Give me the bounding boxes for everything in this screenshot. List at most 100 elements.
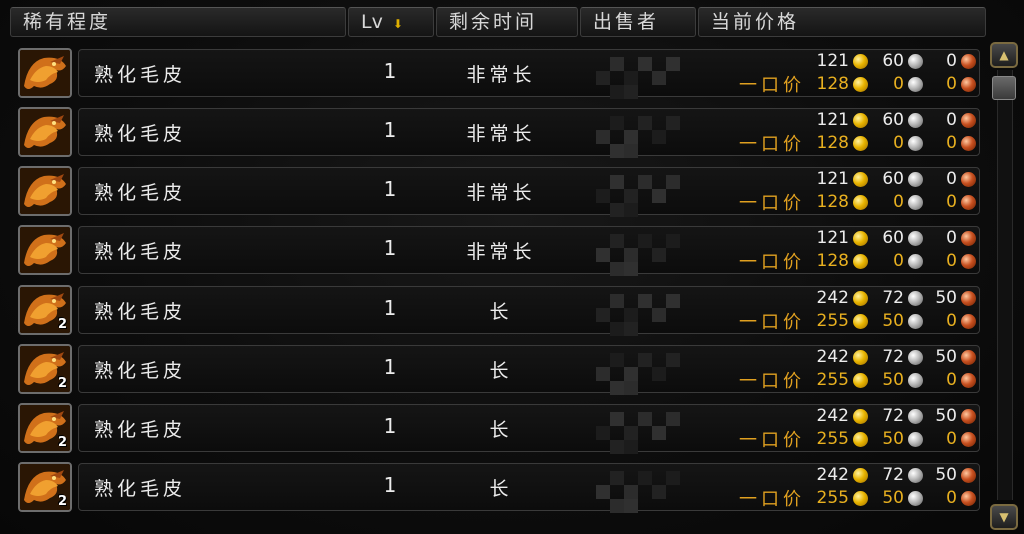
buyout-copper: 0 [946, 429, 957, 449]
scrollbar[interactable]: ▲ ▼ [988, 40, 1020, 530]
seller-name-redacted [590, 410, 680, 454]
gold-coin-icon [853, 349, 868, 365]
copper-coin-icon [961, 313, 976, 329]
item-icon[interactable]: 2 [18, 462, 72, 512]
buyout-gold: 128 [816, 133, 849, 153]
buyout-copper: 0 [946, 311, 957, 331]
time-left: 非常长 [466, 123, 536, 145]
item-icon[interactable] [18, 225, 72, 275]
column-header-rarity[interactable]: 稀有程度 [10, 7, 346, 37]
copper-coin-icon [961, 290, 976, 306]
time-left: 长 [489, 478, 513, 500]
buyout-silver: 50 [882, 429, 904, 449]
price-cell: 121 60 0 一口价 128 0 0 [700, 166, 980, 214]
column-header-current-price[interactable]: 当前价格 [698, 7, 986, 37]
column-header-level-label: Lv [361, 11, 383, 33]
stack-count: 2 [57, 376, 67, 391]
buyout-silver: 50 [882, 370, 904, 390]
item-icon[interactable] [18, 166, 72, 216]
gold-coin-icon [853, 253, 868, 269]
buyout-price: 一口价 128 0 0 [739, 132, 980, 155]
auction-panel: 稀有程度 Lv ⬇ 剩余时间 出售者 当前价格 熟化毛皮 1 非常长 121 60 0 一口价… [0, 0, 1024, 534]
item-name: 熟化毛皮 [94, 123, 187, 145]
bid-copper: 50 [935, 406, 957, 426]
silver-coin-icon [908, 431, 923, 447]
sort-arrow-icon: ⬇ [392, 17, 403, 31]
column-header-time-left[interactable]: 剩余时间 [436, 7, 578, 37]
scroll-thumb[interactable] [992, 76, 1016, 100]
bid-price: 121 60 0 [809, 227, 980, 249]
bid-copper: 0 [946, 110, 957, 130]
copper-coin-icon [961, 194, 976, 210]
auction-row[interactable]: 熟化毛皮 1 非常长 121 60 0 一口价 128 0 0 [16, 46, 982, 100]
buyout-price: 一口价 255 50 0 [739, 369, 980, 392]
bid-price: 242 72 50 [809, 405, 980, 427]
copper-coin-icon [961, 76, 976, 92]
scroll-track[interactable] [997, 70, 1013, 500]
auction-row[interactable]: 2 熟化毛皮 1 长 242 72 50 一口价 255 50 0 [16, 460, 982, 514]
stack-count: 2 [57, 494, 67, 509]
bid-gold: 242 [816, 465, 849, 485]
copper-coin-icon [961, 53, 976, 69]
buyout-copper: 0 [946, 133, 957, 153]
buyout-silver: 0 [893, 133, 904, 153]
stack-count: 2 [57, 317, 67, 332]
gold-coin-icon [853, 53, 868, 69]
seller-name-redacted [590, 55, 680, 99]
column-header-seller-label: 出售者 [593, 11, 660, 33]
buyout-silver: 50 [882, 488, 904, 508]
scroll-up-button[interactable]: ▲ [990, 42, 1018, 68]
item-level: 1 [383, 296, 397, 320]
silver-coin-icon [908, 349, 923, 365]
copper-coin-icon [961, 467, 976, 483]
price-cell: 121 60 0 一口价 128 0 0 [700, 107, 980, 155]
bid-copper: 0 [946, 51, 957, 71]
buyout-copper: 0 [946, 251, 957, 271]
item-name: 熟化毛皮 [94, 478, 187, 500]
buyout-copper: 0 [946, 370, 957, 390]
gold-coin-icon [853, 467, 868, 483]
item-icon[interactable]: 2 [18, 344, 72, 394]
silver-coin-icon [908, 467, 923, 483]
buyout-gold: 255 [816, 311, 849, 331]
bid-price: 121 60 0 [809, 168, 980, 190]
item-level: 1 [383, 414, 397, 438]
item-level: 1 [383, 473, 397, 497]
silver-coin-icon [908, 135, 923, 151]
column-header-seller[interactable]: 出售者 [580, 7, 696, 37]
auction-row[interactable]: 2 熟化毛皮 1 长 242 72 50 一口价 255 50 0 [16, 401, 982, 455]
item-icon[interactable]: 2 [18, 285, 72, 335]
silver-coin-icon [908, 76, 923, 92]
auction-row[interactable]: 熟化毛皮 1 非常长 121 60 0 一口价 128 0 0 [16, 105, 982, 159]
scroll-down-button[interactable]: ▼ [990, 504, 1018, 530]
item-icon[interactable]: 2 [18, 403, 72, 453]
item-icon[interactable] [18, 107, 72, 157]
column-header-level[interactable]: Lv ⬇ [348, 7, 434, 37]
buyout-price: 一口价 255 50 0 [739, 310, 980, 333]
silver-coin-icon [908, 171, 923, 187]
gold-coin-icon [853, 372, 868, 388]
auction-row[interactable]: 2 熟化毛皮 1 长 242 72 50 一口价 255 50 0 [16, 342, 982, 396]
bid-gold: 242 [816, 288, 849, 308]
buyout-label: 一口价 [739, 252, 805, 273]
silver-coin-icon [908, 253, 923, 269]
auction-row[interactable]: 熟化毛皮 1 非常长 121 60 0 一口价 128 0 0 [16, 223, 982, 277]
gold-coin-icon [853, 313, 868, 329]
auction-row[interactable]: 熟化毛皮 1 非常长 121 60 0 一口价 128 0 0 [16, 164, 982, 218]
seller-name-redacted [590, 351, 680, 395]
bid-copper: 0 [946, 228, 957, 248]
bid-gold: 121 [816, 110, 849, 130]
item-level: 1 [383, 118, 397, 142]
copper-coin-icon [961, 112, 976, 128]
copper-coin-icon [961, 253, 976, 269]
copper-coin-icon [961, 372, 976, 388]
buyout-label: 一口价 [739, 75, 805, 96]
item-icon[interactable] [18, 48, 72, 98]
time-left: 非常长 [466, 241, 536, 263]
bid-gold: 242 [816, 406, 849, 426]
buyout-label: 一口价 [739, 193, 805, 214]
auction-row[interactable]: 2 熟化毛皮 1 长 242 72 50 一口价 255 50 0 [16, 283, 982, 337]
buyout-label: 一口价 [739, 312, 805, 333]
buyout-copper: 0 [946, 74, 957, 94]
bid-copper: 50 [935, 465, 957, 485]
